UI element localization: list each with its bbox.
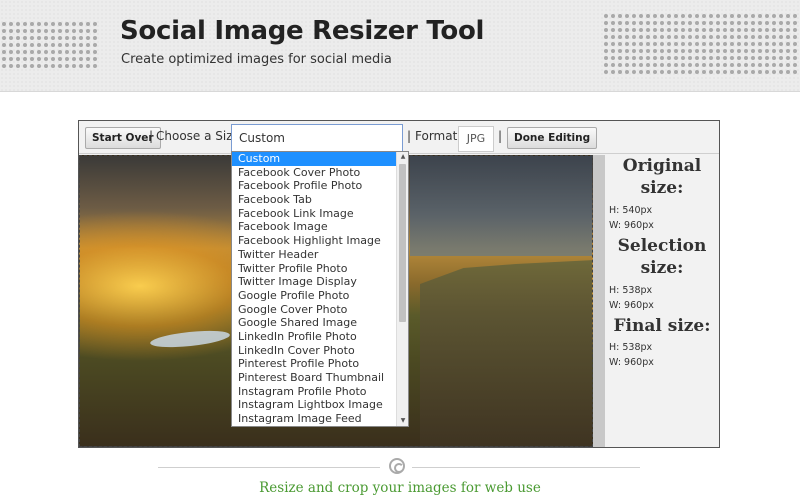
dropdown-option[interactable]: Facebook Tab <box>232 193 396 207</box>
dropdown-option[interactable]: Instagram Lightbox Image <box>232 398 396 412</box>
landscape-sky <box>410 156 592 256</box>
swirl-ornament-icon <box>389 458 405 474</box>
final-height: H: 538px <box>609 342 653 353</box>
landscape-cliff <box>420 260 592 446</box>
size-info-panel: Original size: H: 540px W: 960px Selecti… <box>593 155 719 447</box>
dropdown-option[interactable]: Facebook Highlight Image <box>232 234 396 248</box>
dropdown-option[interactable]: Google Cover Photo <box>232 303 396 317</box>
site-header: Social Image Resizer Tool Create optimiz… <box>0 0 800 92</box>
header-decoration-left <box>0 14 100 78</box>
toolbar-separator: | <box>407 129 412 143</box>
info-divider <box>593 155 605 447</box>
dropdown-option[interactable]: Twitter Image Display <box>232 275 396 289</box>
dropdown-scrollbar[interactable]: ▲ ▼ <box>396 152 408 426</box>
selection-size-heading-2: size: <box>640 258 684 278</box>
footer-divider-left <box>158 467 380 468</box>
dropdown-option[interactable]: Twitter Profile Photo <box>232 262 396 276</box>
size-dropdown-list[interactable]: Custom Facebook Cover Photo Facebook Profi… <box>231 151 409 427</box>
dropdown-option[interactable]: LinkedIn Profile Photo <box>232 330 396 344</box>
page-subtitle: Create optimized images for social media <box>121 52 392 67</box>
page-title: Social Image Resizer Tool <box>120 16 485 46</box>
dropdown-option[interactable]: Pinterest Board Thumbnail <box>232 371 396 385</box>
original-height: H: 540px <box>609 205 653 216</box>
toolbar-separator: | <box>149 129 154 143</box>
original-size-heading: Original <box>622 156 702 176</box>
final-size-heading: Final size: <box>613 316 711 336</box>
scroll-up-icon[interactable]: ▲ <box>397 152 408 162</box>
scroll-down-icon[interactable]: ▼ <box>397 416 408 426</box>
toolbar-separator: | <box>498 129 503 143</box>
footer-tagline: Resize and crop your images for web use <box>259 480 541 496</box>
dropdown-option[interactable]: Facebook Image <box>232 220 396 234</box>
header-decoration-right <box>600 14 800 78</box>
dropdown-options: Custom Facebook Cover Photo Facebook Profi… <box>232 152 396 426</box>
size-select[interactable]: Custom <box>231 124 403 152</box>
dropdown-option[interactable]: Facebook Cover Photo <box>232 166 396 180</box>
final-width: W: 960px <box>609 357 654 368</box>
editor-toolbar: Start Over | Choose a Size: Custom | For… <box>79 121 719 154</box>
original-size-heading-2: size: <box>640 178 684 198</box>
format-label: Format: <box>415 129 462 143</box>
dropdown-option[interactable]: Twitter Header <box>232 248 396 262</box>
landscape-lake <box>149 327 231 351</box>
dropdown-option[interactable]: Instagram Image Feed <box>232 412 396 426</box>
dropdown-option[interactable]: LinkedIn Cover Photo <box>232 344 396 358</box>
selection-width: W: 960px <box>609 300 654 311</box>
dropdown-option[interactable]: Google Profile Photo <box>232 289 396 303</box>
footer-divider-right <box>412 467 640 468</box>
dropdown-option[interactable]: Google Shared Image <box>232 316 396 330</box>
dropdown-option[interactable]: Facebook Link Image <box>232 207 396 221</box>
dropdown-option[interactable]: Custom <box>232 152 396 166</box>
done-editing-button[interactable]: Done Editing <box>507 127 598 149</box>
original-width: W: 960px <box>609 220 654 231</box>
selection-size-heading: Selection <box>617 236 707 256</box>
scrollbar-thumb[interactable] <box>399 164 406 322</box>
selection-height: H: 538px <box>609 285 653 296</box>
dropdown-option[interactable]: Facebook Profile Photo <box>232 179 396 193</box>
dropdown-option[interactable]: Pinterest Profile Photo <box>232 357 396 371</box>
format-field[interactable]: JPG <box>458 126 494 152</box>
dropdown-option[interactable]: Instagram Profile Photo <box>232 385 396 399</box>
